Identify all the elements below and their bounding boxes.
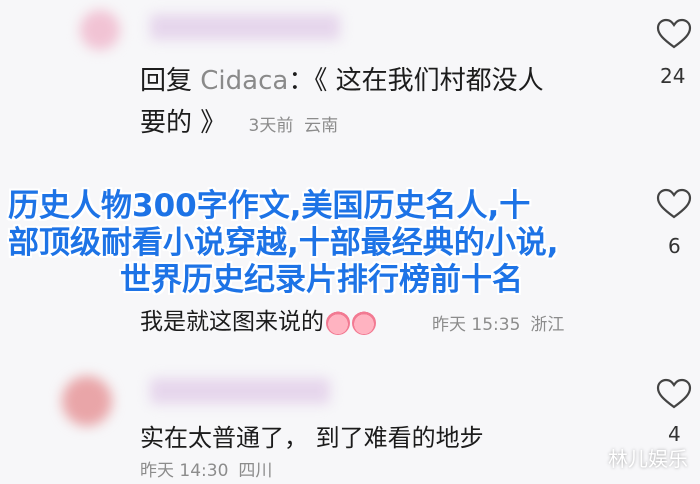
comment-text: 我是就这图来说的 [140, 302, 376, 336]
reply-to-username[interactable]: Cidaca [200, 66, 288, 96]
reply-prefix: 回复 [140, 66, 193, 96]
comment-meta: 昨天 15:35 浙江 [432, 315, 565, 335]
emoji-icon [326, 310, 350, 335]
overlay-headline: 历史人物300字作文,美国历史名人,十 部顶级耐看小说穿越,十部最经典的小说, … [8, 188, 668, 299]
like-count: 6 [668, 234, 681, 258]
comment-line1: ：《 这在我们村都没人 [288, 66, 544, 96]
like-heart-icon[interactable] [656, 18, 692, 50]
comment-meta: 昨天 14:30 四川 [140, 461, 273, 481]
commenter-avatar[interactable] [62, 376, 112, 426]
overlay-line-1: 历史人物300字作文,美国历史名人,十 [8, 188, 531, 224]
commenter-name [150, 378, 330, 404]
like-count: 24 [660, 64, 686, 88]
top-user-avatar[interactable] [80, 10, 120, 50]
like-heart-icon[interactable] [656, 378, 692, 410]
watermark: 林儿娱乐 [608, 447, 688, 471]
top-user-name [150, 14, 340, 40]
overlay-line-3: 世界历史纪录片排行榜前十名 [120, 262, 523, 298]
comment-text: 回复 Cidaca：《 这在我们村都没人 [140, 60, 544, 97]
comment-meta: 3天前 云南 [248, 116, 339, 136]
overlay-line-2: 部顶级耐看小说穿越,十部最经典的小说, [8, 225, 559, 261]
comment-text: 实在太普通了， 到了难看的地步 [140, 424, 484, 452]
comment-text-line2: 要的 》 3天前 云南 [140, 108, 339, 138]
emoji-icon [352, 310, 376, 335]
